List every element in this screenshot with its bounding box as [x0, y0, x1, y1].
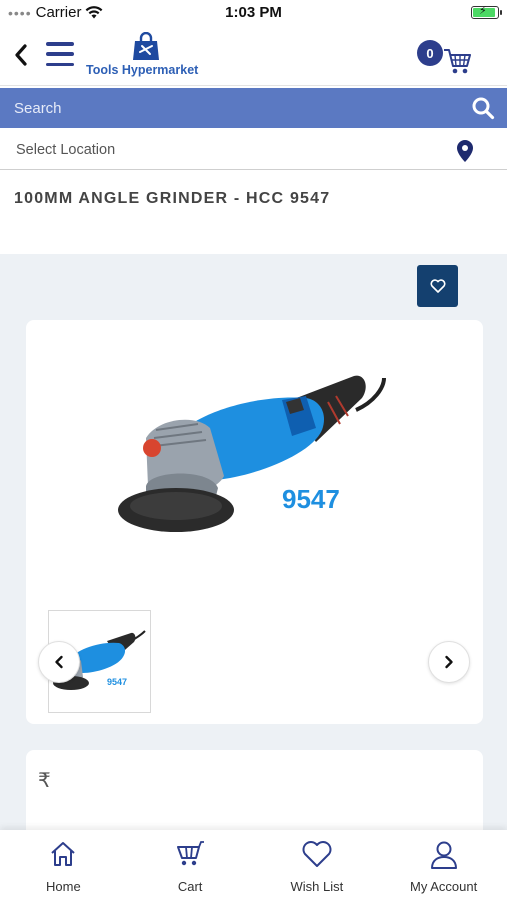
menu-bar [46, 42, 74, 46]
search-input[interactable] [14, 88, 434, 128]
cart-count-badge: 0 [417, 40, 443, 66]
cart-icon [444, 49, 471, 74]
location-label: Select Location [16, 142, 116, 158]
product-gallery-section: 9547 9547 ₹ [0, 254, 507, 840]
model-number-label: 9547 [282, 484, 340, 514]
cart-icon [177, 841, 205, 866]
header-cart-button[interactable]: 0 [417, 36, 477, 80]
clock: 1:03 PM [225, 4, 282, 21]
tab-label: My Account [410, 879, 478, 894]
menu-bar [46, 52, 74, 56]
thumbnail-model-label: 9547 [107, 677, 127, 687]
shopping-bag-icon [133, 32, 159, 60]
tab-label: Wish List [290, 879, 344, 894]
home-icon [51, 842, 76, 866]
heart-icon [302, 841, 332, 867]
user-icon [430, 841, 457, 869]
add-to-wishlist-button[interactable] [417, 265, 458, 307]
location-pin-icon[interactable] [457, 140, 473, 162]
product-title-section: 100MM ANGLE GRINDER - HCC 9547 [0, 170, 507, 254]
battery-icon: ⚡ [471, 5, 502, 19]
product-title: 100MM ANGLE GRINDER - HCC 9547 [14, 190, 331, 207]
menu-button[interactable] [46, 42, 74, 66]
tab-label: Home [46, 879, 81, 894]
app-header: Tools Hypermarket 0 [0, 26, 507, 86]
back-button[interactable] [8, 40, 34, 70]
tab-label: Cart [177, 879, 203, 894]
brand-name: Tools Hypermarket [86, 63, 199, 77]
heart-icon [430, 279, 445, 293]
product-image-card: 9547 9547 [26, 320, 483, 724]
search-icon[interactable] [471, 96, 495, 120]
tab-wish-list[interactable]: Wish List [254, 830, 381, 900]
location-selector[interactable]: Select Location [0, 128, 507, 170]
chevron-right-icon [445, 655, 453, 669]
next-image-button[interactable] [428, 641, 470, 683]
tab-cart[interactable]: Cart [127, 830, 254, 900]
tab-my-account[interactable]: My Account [380, 830, 507, 900]
tab-home[interactable]: Home [0, 830, 127, 900]
product-image[interactable]: 9547 [106, 358, 406, 558]
menu-bar [46, 62, 74, 66]
previous-image-button[interactable] [38, 641, 80, 683]
price-currency: ₹ [38, 770, 51, 792]
bottom-tab-bar: Home Cart Wish List My Account [0, 830, 507, 900]
brand-logo[interactable]: Tools Hypermarket [84, 32, 214, 82]
status-bar: •••• Carrier 1:03 PM ⚡ [0, 0, 507, 26]
chevron-left-icon [15, 44, 27, 66]
chevron-left-icon [55, 655, 63, 669]
price-card: ₹ [26, 750, 483, 840]
search-bar [0, 88, 507, 128]
